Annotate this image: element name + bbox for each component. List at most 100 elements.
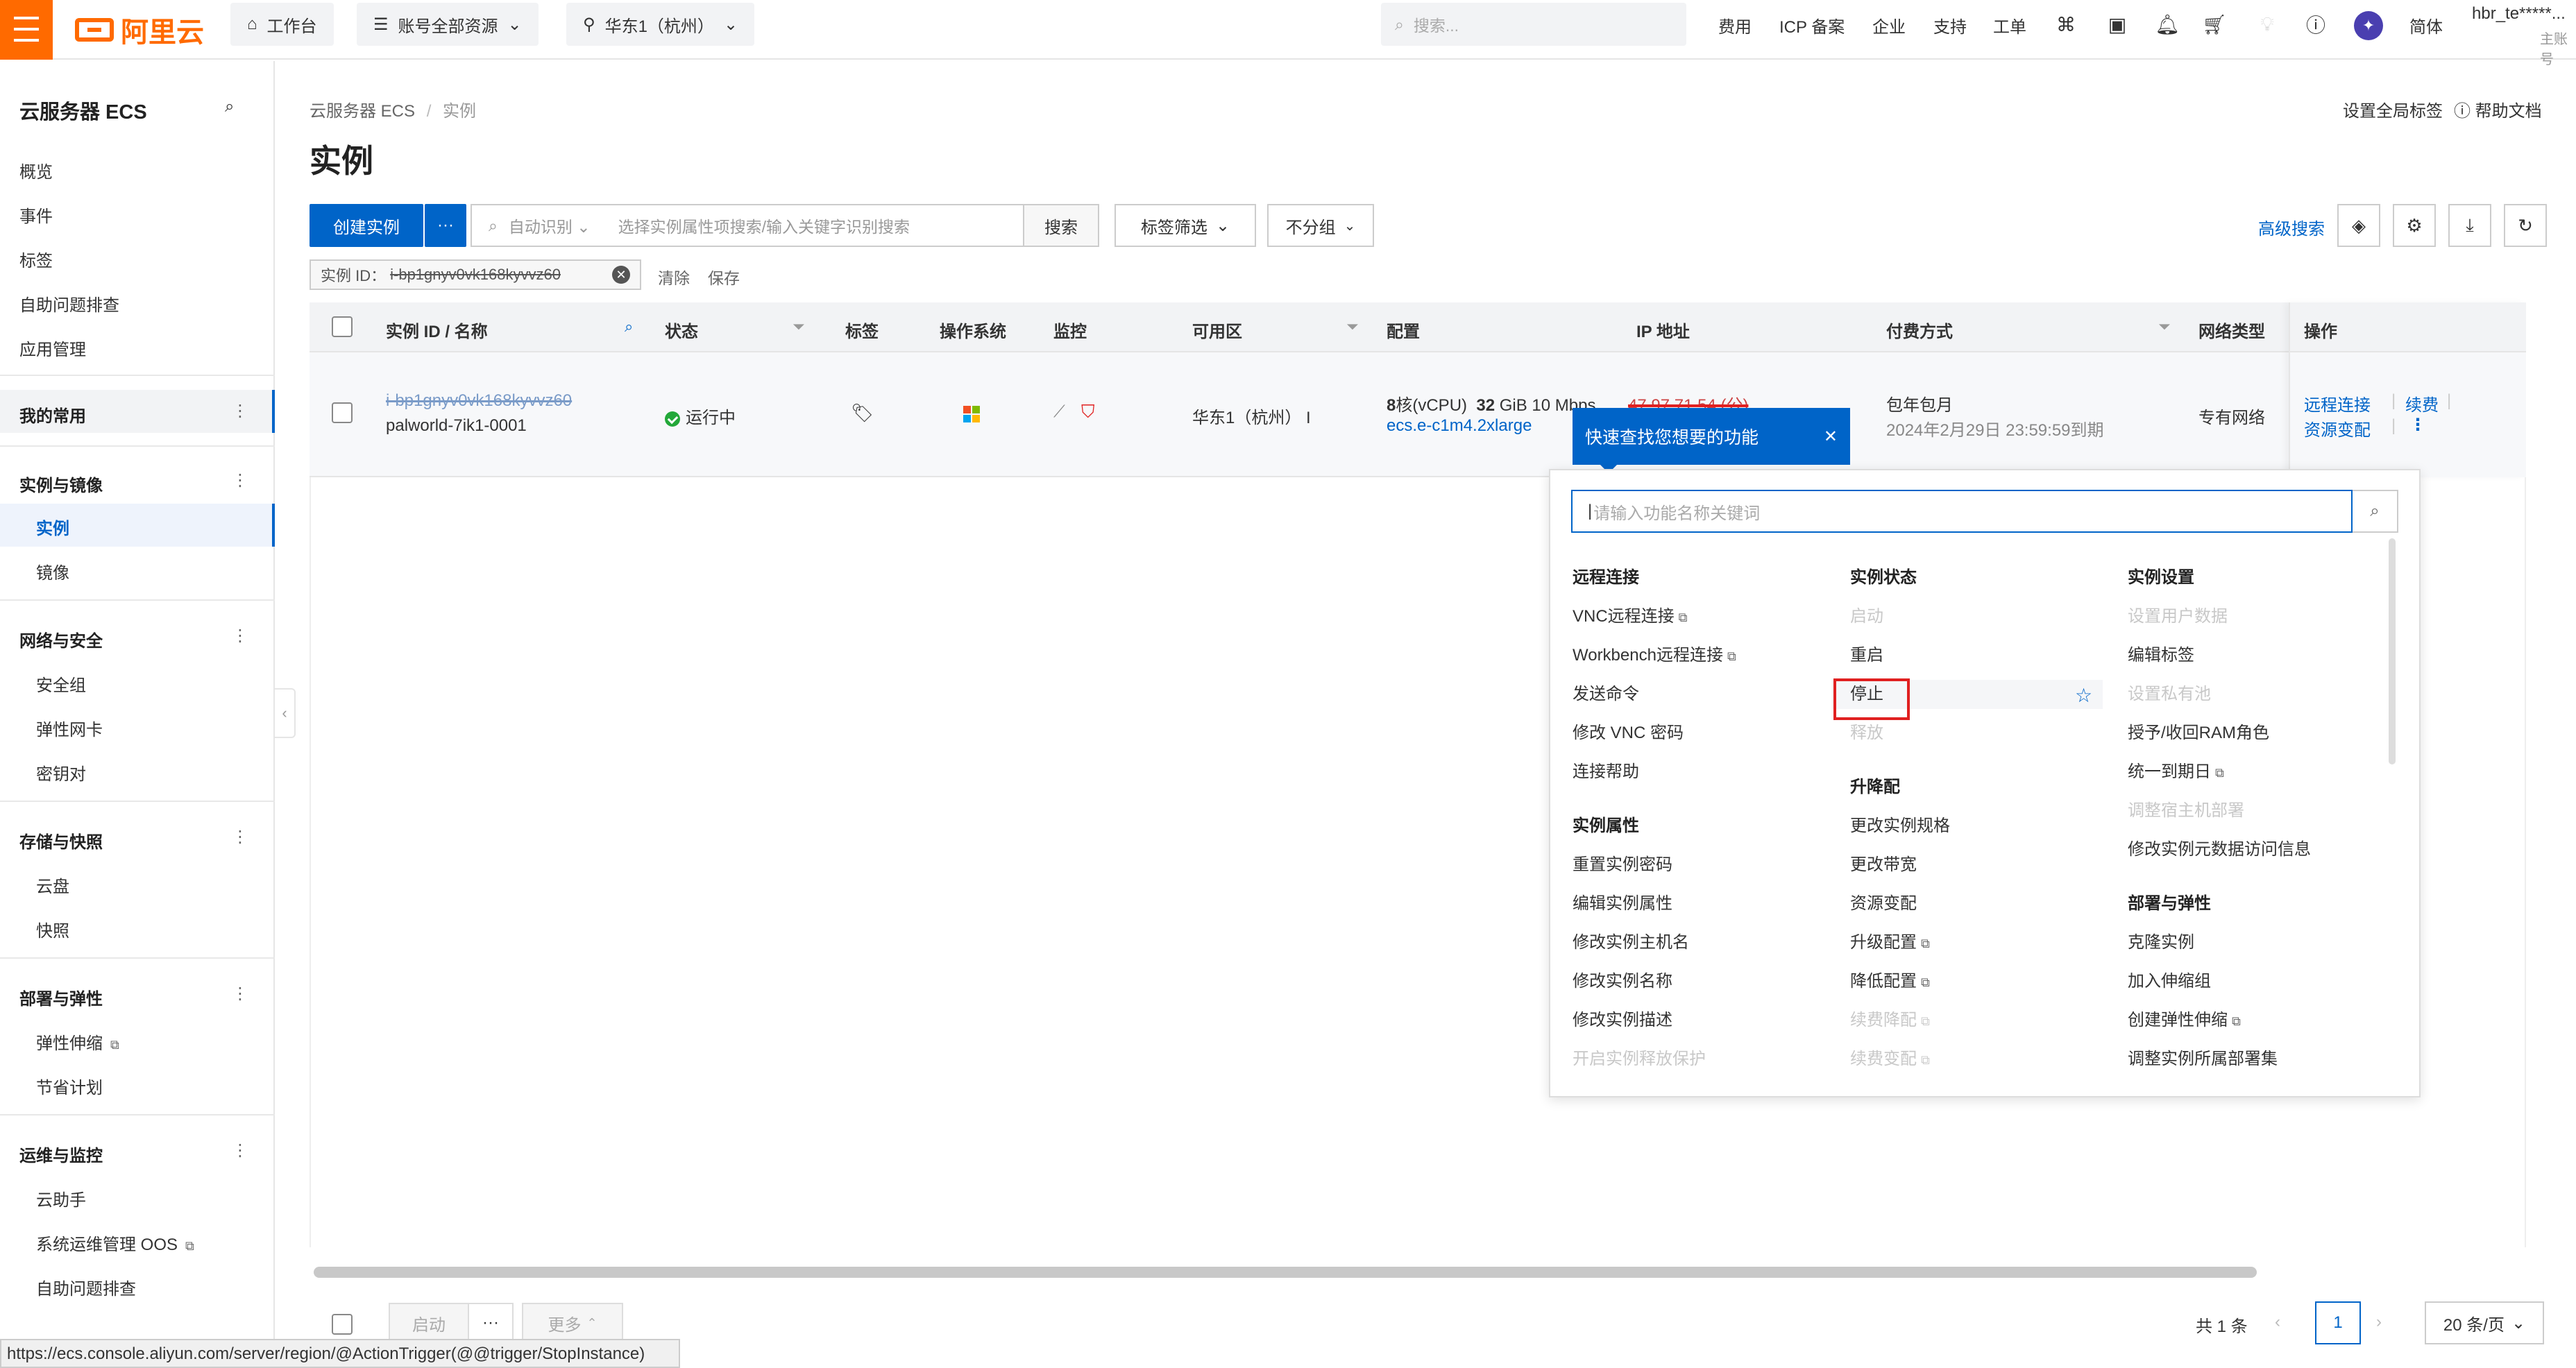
popup-menu-item[interactable]: 修改实例元数据访问信息 [2128,835,2311,860]
more-vertical-icon[interactable]: ⋮ [232,827,248,847]
search-icon[interactable]: ⌕ [2353,490,2398,533]
sidebar-item-eni[interactable]: 弹性网卡 [36,716,103,740]
sidebar-item-images[interactable]: 镜像 [36,559,69,583]
popup-menu-item[interactable]: 创建弹性伸缩 ⧉ [2128,1006,2241,1030]
remote-connect-link[interactable]: 远程连接 [2304,391,2371,416]
sidebar-item-security-groups[interactable]: 安全组 [36,672,86,696]
footer-more-dots-button[interactable]: ··· [468,1303,514,1343]
popup-menu-item[interactable]: 升级配置 ⧉ [1850,928,1930,952]
tag-filter-dropdown[interactable]: 标签筛选 ⌄ [1115,204,1256,247]
popup-menu-item[interactable]: 克隆实例 [2128,928,2194,952]
popup-menu-item[interactable]: 设置私有池 [2128,680,2211,704]
create-instance-button[interactable]: 创建实例 [310,204,423,247]
search-icon[interactable]: ⌕ [625,318,633,336]
chart-icon[interactable]: ⟋ [1053,402,1065,422]
sidebar-item-tags[interactable]: 标签 [19,247,53,271]
popup-menu-item[interactable]: Workbench远程连接 ⧉ [1573,641,1736,665]
filter-icon[interactable]: ⏷ [793,318,805,336]
filter-icon[interactable]: ⏷ [1346,318,1359,336]
help-docs-link[interactable]: ⓘ 帮助文档 [2454,97,2542,121]
sidebar-group-favorites[interactable]: 我的常用 [19,402,86,427]
popup-menu-item[interactable]: 发送命令 [1573,680,1639,704]
sidebar-item-savings-plan[interactable]: 节省计划 [36,1074,103,1098]
more-vertical-icon[interactable]: ⋮ [232,470,248,490]
refresh-icon[interactable]: ↻ [2504,204,2547,247]
breadcrumb-ecs[interactable]: 云服务器 ECS [310,102,415,121]
next-page-icon[interactable]: › [2376,1313,2382,1332]
terminal-icon[interactable]: ▣ [2104,11,2130,37]
menu-icon[interactable] [0,0,53,60]
popup-scrollbar[interactable] [2389,538,2396,764]
popup-menu-item[interactable]: 重启 [1850,641,1883,665]
cloudshell-icon[interactable]: ⌘ [2053,11,2079,37]
settings-gear-icon[interactable]: ⚙ [2393,204,2436,247]
popup-menu-item[interactable]: 统一到期日 ⧉ [2128,758,2224,782]
search-button[interactable]: 搜索 [1023,204,1099,247]
group-dropdown[interactable]: 不分组 ⌄ [1267,204,1374,247]
filter-icon[interactable]: ⏷ [2158,318,2171,336]
prev-page-icon[interactable]: ‹ [2275,1313,2280,1332]
sidebar-group-network-security[interactable]: 网络与安全 [19,627,103,651]
sidebar-item-overview[interactable]: 概览 [19,158,53,182]
footer-select-all-checkbox[interactable] [332,1314,353,1335]
help-icon[interactable]: ⓘ [2303,11,2329,37]
auto-identify-dropdown[interactable]: 自动识别 ⌄ [509,214,591,237]
popup-menu-item[interactable]: 启动 [1850,602,1883,626]
select-all-checkbox[interactable] [332,316,353,337]
sidebar-group-deploy-elastic[interactable]: 部署与弹性 [19,985,103,1009]
sidebar-item-events[interactable]: 事件 [19,203,53,227]
topbar-link-ticket[interactable]: 工单 [1993,0,2026,50]
aliyun-logo[interactable]: 阿里云 [75,12,204,48]
renew-link[interactable]: 续费 [2405,391,2439,416]
popup-menu-item[interactable]: 降低配置 ⧉ [1850,967,1930,991]
resource-change-link[interactable]: 资源变配 [2304,416,2371,441]
sidebar-group-ops-monitor[interactable]: 运维与监控 [19,1142,103,1166]
instance-type-link[interactable]: ecs.e-c1m4.2xlarge [1387,416,1532,436]
start-button[interactable]: 启动 [389,1303,469,1343]
popup-menu-item[interactable]: 加入伸缩组 [2128,967,2211,991]
popup-menu-item[interactable]: 修改实例主机名 [1573,928,1689,952]
sidebar-item-oos[interactable]: 系统运维管理 OOS ⧉ [36,1231,194,1255]
popup-menu-item[interactable]: 重置实例密码 [1573,850,1672,875]
function-search-input[interactable]: | 请输入功能名称关键词 [1571,490,2353,533]
global-search-input[interactable]: ⌕ 搜索... [1381,3,1686,46]
close-icon[interactable]: ✕ [1824,427,1838,447]
popup-menu-item[interactable]: 调整实例所属部署集 [2128,1045,2278,1069]
download-icon[interactable]: ⤓ [2448,204,2491,247]
popup-menu-item[interactable]: 调整宿主机部署 [2128,796,2244,821]
language-switch[interactable]: 简体 [2409,0,2443,50]
search-icon[interactable]: ⌕ [225,97,234,117]
more-dropdown-button[interactable]: 更多 ⌃ [522,1303,623,1343]
more-vertical-icon[interactable]: ⋮ [232,1140,248,1161]
close-circle-icon[interactable]: ✕ [612,266,630,284]
lightbulb-icon[interactable]: 💡︎ [2254,11,2280,37]
popup-menu-item[interactable]: 修改实例名称 [1573,967,1672,991]
instance-search-input[interactable]: ⌕ 自动识别 ⌄ 选择实例属性项搜索/输入关键字识别搜索 [471,204,1024,247]
more-vertical-icon[interactable]: ⋮ [232,984,248,1004]
clear-filter-link[interactable]: 清除 [658,265,690,289]
tag-icon[interactable]: 🏷︎ [851,402,874,424]
popup-menu-item[interactable]: 编辑实例属性 [1573,889,1672,914]
shield-icon[interactable]: ⛉ [1081,401,1095,423]
bell-icon[interactable]: 🔔︎ [2154,11,2180,37]
topbar-link-enterprise[interactable]: 企业 [1872,0,1906,50]
sidebar-item-cloud-assistant[interactable]: 云助手 [36,1186,86,1211]
topbar-link-billing[interactable]: 费用 [1718,0,1752,50]
popup-menu-item[interactable]: 开启实例释放保护 [1573,1045,1706,1069]
sidebar-item-auto-scaling[interactable]: 弹性伸缩 ⧉ [36,1029,119,1054]
popup-menu-item[interactable]: 续费变配 ⧉ [1850,1045,1930,1069]
create-more-button[interactable]: ··· [425,204,466,247]
more-vertical-icon[interactable]: ⋮ [232,626,248,646]
sidebar-item-snapshots[interactable]: 快照 [36,917,69,941]
region-dropdown[interactable]: ⚲ 华东1（杭州） ⌄ [566,3,755,46]
popup-menu-item[interactable]: 连接帮助 [1573,758,1639,782]
account-resources-dropdown[interactable]: ☰ 账号全部资源 ⌄ [357,3,539,46]
popup-menu-item[interactable]: 释放 [1850,719,1883,743]
save-filter-link[interactable]: 保存 [708,265,740,289]
popup-menu-item[interactable]: 编辑标签 [2128,641,2194,665]
sidebar-group-storage-snapshots[interactable]: 存储与快照 [19,828,103,853]
sidebar-item-self-troubleshoot[interactable]: 自助问题排查 [36,1275,136,1299]
horizontal-scrollbar[interactable] [314,1267,2257,1278]
sidebar-collapse-toggle[interactable]: ‹ [275,688,296,738]
star-icon[interactable]: ☆ [2075,684,2092,707]
